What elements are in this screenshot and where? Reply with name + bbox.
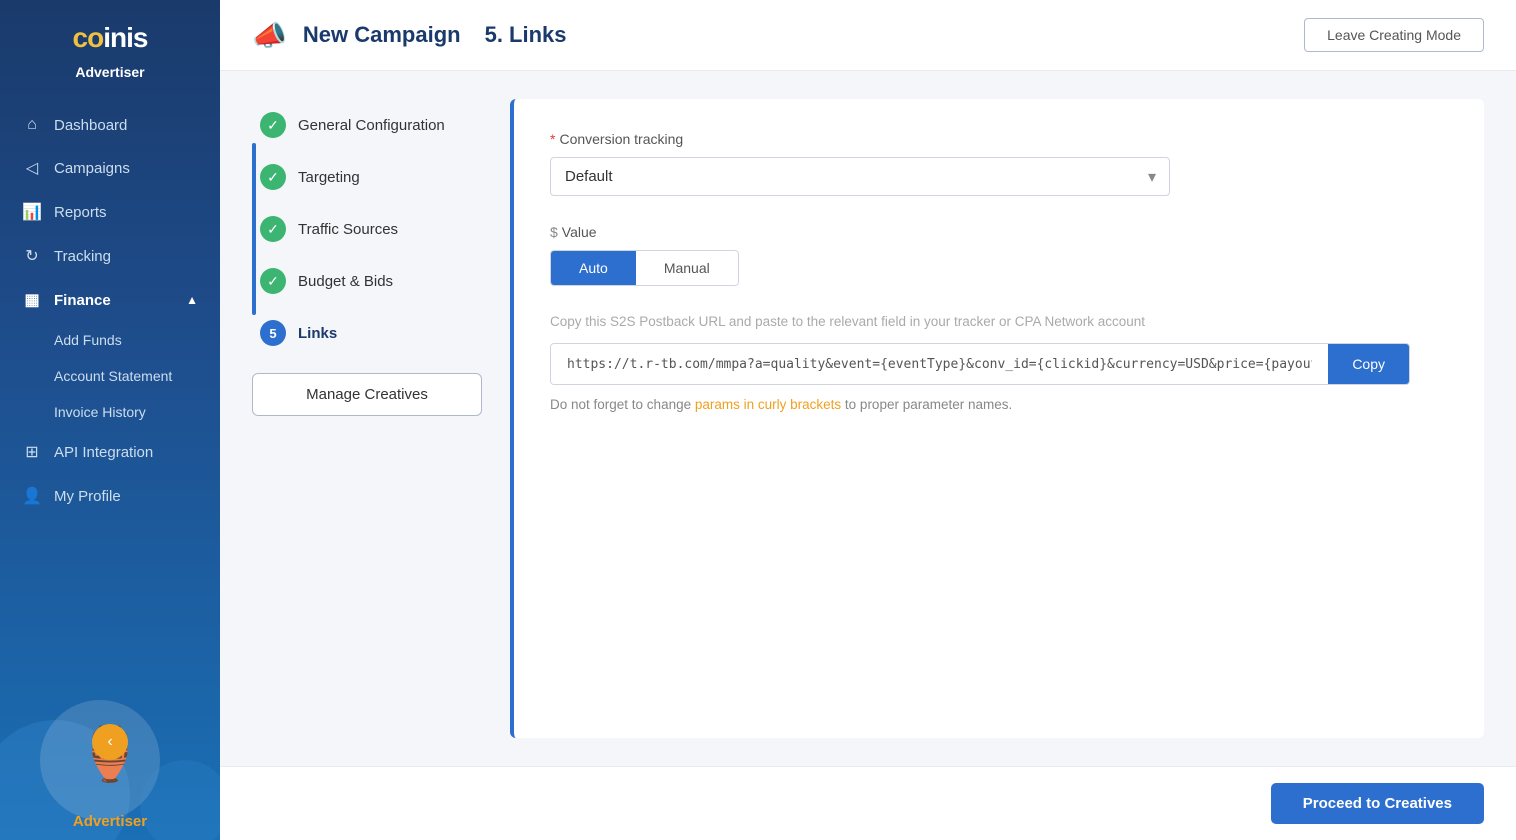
conversion-tracking-section: * Conversion tracking Default ▾ [550, 131, 1448, 196]
step-check-icon: ✓ [260, 112, 286, 138]
manage-creatives-button[interactable]: Manage Creatives [252, 373, 482, 416]
home-icon: ⌂ [22, 116, 42, 134]
step-label: Links [298, 325, 337, 342]
step-check-icon: ✓ [260, 164, 286, 190]
step-label: Targeting [298, 169, 360, 186]
sidebar-item-label: My Profile [54, 488, 121, 505]
main-content: 📣 New Campaign 5. Links Leave Creating M… [220, 0, 1516, 840]
logo-text: coinis [20, 22, 200, 54]
sidebar-item-campaigns[interactable]: ◁ Campaigns [0, 146, 220, 190]
sidebar-item-my-profile[interactable]: 👤 My Profile [0, 474, 220, 518]
step-check-icon: ✓ [260, 216, 286, 242]
sidebar-item-reports[interactable]: 📊 Reports [0, 190, 220, 234]
step-label: Traffic Sources [298, 221, 398, 238]
dollar-sign: $ [550, 224, 558, 240]
proceed-to-creatives-button[interactable]: Proceed to Creatives [1271, 783, 1484, 824]
copy-button[interactable]: Copy [1328, 344, 1409, 384]
sidebar-item-label: Tracking [54, 248, 111, 265]
steps-panel: ✓ General Configuration ✓ Targeting ✓ Tr… [252, 99, 482, 738]
required-star: * [550, 131, 555, 147]
postback-description: Copy this S2S Postback URL and paste to … [550, 314, 1448, 329]
step-check-icon: ✓ [260, 268, 286, 294]
step-number-badge: 5 [260, 320, 286, 346]
step-traffic-sources[interactable]: ✓ Traffic Sources [260, 203, 482, 255]
value-section: $ Value Auto Manual [550, 224, 1448, 286]
step-links[interactable]: 5 Links [260, 307, 482, 359]
sidebar-role: Advertiser [0, 64, 220, 96]
sidebar-item-label: Campaigns [54, 160, 130, 177]
curly-brackets-highlight: params in curly brackets [695, 397, 841, 412]
top-bar: 📣 New Campaign 5. Links Leave Creating M… [220, 0, 1516, 71]
step-targeting[interactable]: ✓ Targeting [260, 151, 482, 203]
step-general[interactable]: ✓ General Configuration [260, 99, 482, 151]
sidebar-sub-label: Add Funds [54, 332, 122, 348]
value-toggle-group: Auto Manual [550, 250, 739, 286]
reports-icon: 📊 [22, 202, 42, 222]
conversion-tracking-label: * Conversion tracking [550, 131, 1448, 147]
megaphone-icon: 📣 [252, 19, 287, 52]
steps-list: ✓ General Configuration ✓ Targeting ✓ Tr… [252, 99, 482, 359]
leave-creating-mode-button[interactable]: Leave Creating Mode [1304, 18, 1484, 52]
steps-active-border [252, 143, 256, 315]
page-header: 📣 New Campaign 5. Links [252, 19, 567, 52]
step-label: Budget & Bids [298, 273, 393, 290]
sidebar-item-account-statement[interactable]: Account Statement [0, 358, 220, 394]
step-title: 5. Links [485, 22, 567, 48]
auto-toggle-button[interactable]: Auto [551, 251, 636, 285]
sidebar-logo: coinis [0, 0, 220, 64]
sidebar-sub-label: Invoice History [54, 404, 146, 420]
campaigns-icon: ◁ [22, 158, 42, 178]
sidebar-item-label: Dashboard [54, 117, 127, 134]
conversion-tracking-wrapper: Default ▾ [550, 157, 1170, 196]
sidebar-item-dashboard[interactable]: ⌂ Dashboard [0, 104, 220, 146]
manual-toggle-button[interactable]: Manual [636, 251, 738, 285]
sidebar-nav: ⌂ Dashboard ◁ Campaigns 📊 Reports ↻ Trac… [0, 96, 220, 809]
conversion-tracking-select[interactable]: Default [550, 157, 1170, 196]
sidebar-username: Advertiser [0, 809, 220, 840]
sidebar: coinis Advertiser ⌂ Dashboard ◁ Campaign… [0, 0, 220, 840]
chevron-up-icon: ▲ [186, 293, 198, 307]
tracking-icon: ↻ [22, 246, 42, 266]
sidebar-item-api-integration[interactable]: ⊞ API Integration [0, 430, 220, 474]
postback-section: Copy this S2S Postback URL and paste to … [550, 314, 1448, 412]
sidebar-item-tracking[interactable]: ↻ Tracking [0, 234, 220, 278]
api-icon: ⊞ [22, 442, 42, 462]
step-budget-bids[interactable]: ✓ Budget & Bids [260, 255, 482, 307]
content-area: ✓ General Configuration ✓ Targeting ✓ Tr… [220, 71, 1516, 766]
postback-url-row: Copy [550, 343, 1410, 385]
postback-url-input[interactable] [551, 345, 1328, 384]
page-title: New Campaign [303, 22, 461, 48]
profile-icon: 👤 [22, 486, 42, 506]
sidebar-item-label: Finance [54, 292, 111, 309]
sidebar-item-label: API Integration [54, 444, 153, 461]
step-label: General Configuration [298, 117, 445, 134]
value-label: $ Value [550, 224, 1448, 240]
chevron-left-icon: ‹ [107, 733, 112, 751]
finance-icon: ▦ [22, 290, 42, 310]
sidebar-collapse-button[interactable]: ‹ [92, 724, 128, 760]
postback-hint: Do not forget to change params in curly … [550, 397, 1448, 412]
sidebar-item-label: Reports [54, 204, 107, 221]
form-panel: * Conversion tracking Default ▾ $ Value [510, 99, 1484, 738]
sidebar-sub-label: Account Statement [54, 368, 172, 384]
sidebar-item-finance[interactable]: ▦ Finance ▲ [0, 278, 220, 322]
bottom-bar: Proceed to Creatives [220, 766, 1516, 840]
sidebar-item-add-funds[interactable]: Add Funds [0, 322, 220, 358]
sidebar-item-invoice-history[interactable]: Invoice History [0, 394, 220, 430]
